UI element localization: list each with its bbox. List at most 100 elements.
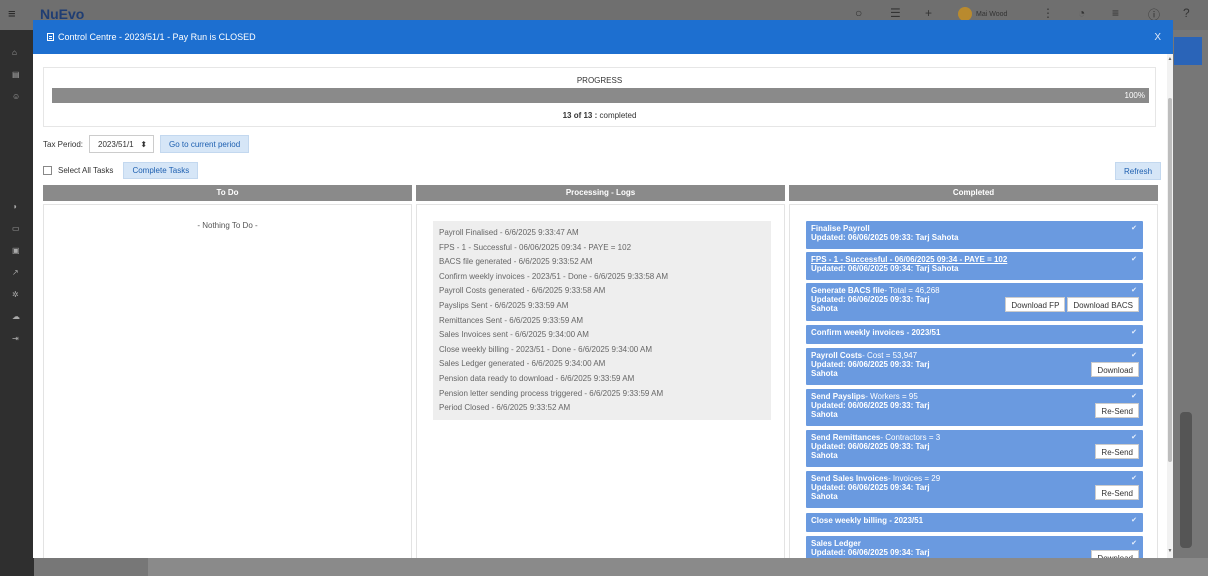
log-line: Pension letter sending process triggered…	[439, 388, 664, 398]
nothing-to-do-text: - Nothing To Do -	[197, 221, 258, 230]
task-detail: - Invoices = 29	[887, 474, 941, 483]
home-icon: ⌂	[12, 48, 17, 57]
task-updated-name: Sahota	[811, 492, 838, 501]
tax-period-value: 2023/51/1	[98, 139, 134, 149]
download-fp-button[interactable]: Download FP	[1005, 297, 1066, 312]
task-detail: - Workers = 95	[865, 392, 918, 401]
select-all-label: Select All Tasks	[58, 166, 114, 175]
column-header-completed: Completed	[789, 185, 1158, 201]
check-icon: ✔	[1131, 352, 1137, 359]
scrollbar-thumb[interactable]	[1168, 98, 1172, 462]
log-line: Payroll Finalised - 6/6/2025 9:33:47 AM	[439, 228, 579, 237]
task-buttons: Re-Send	[1095, 444, 1139, 459]
log-line: FPS - 1 - Successful - 06/06/2025 09:34 …	[439, 242, 632, 252]
add-icon: +	[925, 6, 933, 20]
select-all-checkbox[interactable]	[43, 166, 52, 175]
user-name: Mai Wood	[976, 10, 1008, 18]
go-to-current-period-button[interactable]: Go to current period	[160, 135, 250, 153]
modal-body: PROGRESS 100% 13 of 13 : completed Tax P…	[33, 54, 1167, 558]
tax-period-label: Tax Period:	[43, 139, 84, 149]
sort-arrows-icon: ⬍	[140, 139, 148, 149]
card-icon: ▭	[12, 224, 20, 233]
resend-payslips-button[interactable]: Re-Send	[1095, 403, 1139, 418]
briefcase-icon: ▤	[12, 70, 20, 79]
complete-tasks-button[interactable]: Complete Tasks	[123, 162, 199, 179]
log-line: Remittances Sent - 6/6/2025 9:33:59 AM	[439, 315, 584, 325]
task-updated: Updated: 06/06/2025 09:34: Tarj	[811, 548, 930, 557]
background-bottom-bar	[148, 558, 1208, 576]
task-updated: Updated: 06/06/2025 09:34: Tarj Sahota	[811, 264, 959, 273]
task-title: Confirm weekly invoices - 2023/51	[811, 328, 941, 337]
check-icon: ✔	[1131, 256, 1137, 263]
modal-header: Control Centre - 2023/51/1 - Pay Run is …	[33, 20, 1173, 54]
resend-remittances-button[interactable]: Re-Send	[1095, 444, 1139, 459]
tax-period-row: Tax Period: 2023/51/1 ⬍ Go to current pe…	[43, 135, 250, 153]
document-icon	[47, 33, 54, 41]
log-line: Close weekly billing - 2023/51 - Done - …	[439, 344, 653, 354]
logs-column: Payroll Finalised - 6/6/2025 9:33:47 AM …	[416, 204, 785, 558]
resend-sales-invoices-button[interactable]: Re-Send	[1095, 485, 1139, 500]
completed-task: Send Remittances- Contractors = 3 Update…	[806, 430, 1143, 467]
log-line: Confirm weekly invoices - 2023/51 - Done…	[439, 271, 669, 281]
background-button	[1174, 37, 1202, 65]
todo-column: - Nothing To Do -	[43, 204, 412, 558]
check-icon: ✔	[1131, 393, 1137, 400]
task-updated-name: Sahota	[811, 451, 838, 460]
search-icon: ○	[855, 6, 863, 20]
task-updated-name: Sahota	[811, 369, 838, 378]
task-updated: Updated: 06/06/2025 09:33: Tarj Sahota	[811, 233, 959, 242]
modal-scrollbar[interactable]: ▲ ▼	[1167, 54, 1173, 558]
notifications-icon: ◔	[1078, 6, 1086, 20]
task-detail: - Total = 46,268	[884, 286, 940, 295]
task-title: Close weekly billing - 2023/51	[811, 516, 924, 525]
progress-count-value: 13 of 13 :	[562, 111, 598, 120]
scroll-up-icon[interactable]: ▲	[1167, 56, 1173, 62]
completed-task: Finalise Payroll Updated: 06/06/2025 09:…	[806, 221, 1143, 249]
progress-count: 13 of 13 : completed	[44, 111, 1155, 120]
tax-period-select[interactable]: 2023/51/1 ⬍	[89, 135, 155, 153]
task-buttons: Download FP Download BACS	[1005, 297, 1139, 312]
task-title: Sales Ledger	[811, 539, 861, 548]
download-sales-ledger-button[interactable]: Download	[1091, 550, 1139, 558]
log-line: Sales Ledger generated - 6/6/2025 9:34:0…	[439, 359, 606, 369]
progress-label: PROGRESS	[576, 76, 623, 85]
check-icon: ✔	[1131, 540, 1137, 547]
check-icon: ✔	[1131, 434, 1137, 441]
log-line: BACS file generated - 6/6/2025 9:33:52 A…	[439, 257, 593, 267]
download-bacs-button[interactable]: Download BACS	[1067, 297, 1139, 312]
log-line: Pension data ready to download - 6/6/202…	[439, 373, 635, 383]
close-button[interactable]: X	[1154, 32, 1161, 43]
modal-title: Control Centre - 2023/51/1 - Pay Run is …	[47, 32, 256, 42]
avatar	[958, 7, 972, 21]
apps-grid-icon: ⋮	[1042, 6, 1054, 20]
completed-task: Send Payslips- Workers = 95 Updated: 06/…	[806, 389, 1143, 426]
trend-icon: ↗	[12, 268, 19, 277]
help-icon: ?	[1183, 6, 1190, 20]
task-detail: - Contractors = 3	[880, 433, 941, 442]
check-icon: ✔	[1131, 475, 1137, 482]
task-updated: Updated: 06/06/2025 09:33: Tarj	[811, 360, 930, 369]
refresh-button[interactable]: Refresh	[1115, 162, 1162, 180]
completed-task: Generate BACS file- Total = 46,268 Updat…	[806, 283, 1143, 321]
fps-link[interactable]: FPS - 1 - Successful - 06/06/2025 09:34 …	[811, 255, 1007, 264]
check-icon: ✔	[1131, 517, 1137, 524]
check-icon: ✔	[1131, 287, 1137, 294]
column-header-logs: Processing - Logs	[416, 185, 785, 201]
task-buttons: Re-Send	[1095, 485, 1139, 500]
completed-task: Payroll Costs- Cost = 53,947 Updated: 06…	[806, 348, 1143, 385]
filter-icon: ☰	[890, 6, 901, 20]
users-icon: ☺	[12, 92, 21, 101]
progress-bar: 100%	[52, 88, 1149, 103]
log-line: Period Closed - 6/6/2025 9:33:52 AM	[439, 403, 571, 413]
task-updated: Updated: 06/06/2025 09:33: Tarj	[811, 401, 930, 410]
menu-icon: ≡	[8, 6, 16, 21]
log-line: Payslips Sent - 6/6/2025 9:33:59 AM	[439, 300, 569, 310]
chart-icon: ◑	[12, 202, 17, 211]
column-header-todo: To Do	[43, 185, 412, 201]
task-buttons: Re-Send	[1095, 403, 1139, 418]
task-title: Send Payslips	[811, 392, 866, 401]
scroll-down-icon[interactable]: ▼	[1167, 548, 1173, 554]
background-sidebar: ⌂ ▤ ☺ ◑ ▭ ▣ ↗ ✲ ☁ ⇥	[0, 30, 34, 576]
download-costs-button[interactable]: Download	[1091, 362, 1139, 377]
task-updated-name: Sahota	[811, 410, 838, 419]
